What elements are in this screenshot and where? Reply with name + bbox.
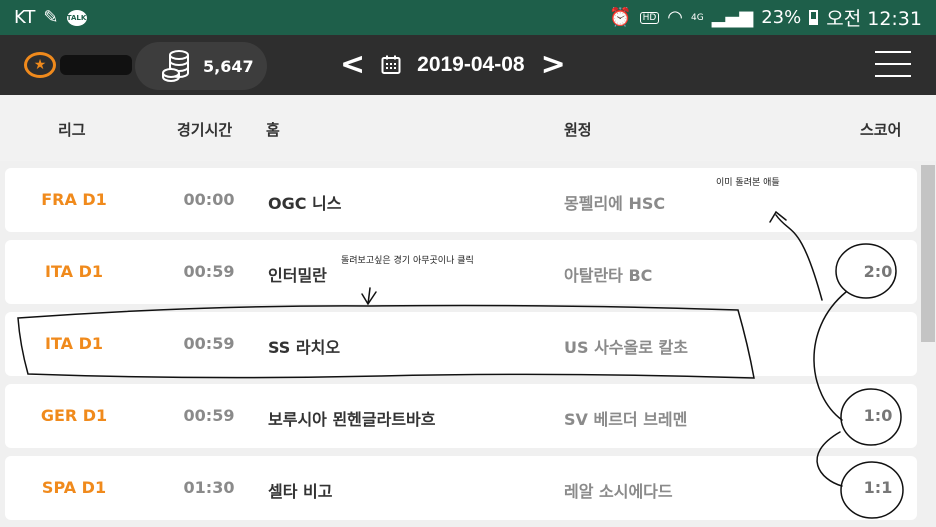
score: 1:1 (863, 478, 893, 497)
table-header: 리그 경기시간 홈 원정 스코어 (0, 95, 936, 161)
col-league: 리그 (58, 121, 86, 139)
match-list: FRA D1 00:00 OGC 니스 몽펠리에 HSC ITA D1 00:5… (0, 161, 936, 527)
signal-icon: ▂▄▆ (711, 7, 754, 28)
score: 2:0 (863, 262, 893, 281)
league: ITA D1 (45, 334, 103, 353)
wifi-icon: ◠ (667, 7, 683, 28)
away-team: 아탈란타 BC (564, 266, 653, 285)
match-time: 00:59 (183, 406, 235, 425)
hamburger-menu-icon[interactable] (875, 51, 911, 77)
pen-icon: ✎ (43, 7, 59, 28)
league: ITA D1 (45, 262, 103, 281)
match-time: 01:30 (183, 478, 235, 497)
annotation-note: 돌려보고싶은 경기 아무곳이나 클릭 (341, 256, 474, 266)
match-time: 00:59 (183, 262, 235, 281)
home-team: SS 라치오 (268, 338, 341, 357)
status-bar: KT ✎ TALK ⏰ HD ◠ 4G ▂▄▆ 23% 오전 12:31 (0, 0, 936, 35)
home-team: OGC 니스 (268, 194, 342, 213)
battery-icon (809, 10, 819, 25)
match-time: 00:00 (183, 190, 235, 209)
score: 1:0 (863, 406, 893, 425)
scrollbar[interactable] (921, 165, 935, 342)
status-left: KT ✎ TALK (14, 7, 87, 28)
coin-count: 5,647 (203, 56, 254, 76)
redacted-username (60, 55, 132, 75)
calendar-icon[interactable] (381, 55, 401, 75)
coin-stack-icon (162, 50, 189, 82)
network-type: 4G (690, 12, 704, 23)
date-navigator: < 2019-04-08 > (340, 43, 566, 87)
kakaotalk-icon: TALK (66, 9, 87, 26)
status-right: ⏰ HD ◠ 4G ▂▄▆ 23% 오전 12:31 (609, 4, 922, 31)
home-team: 셀타 비고 (268, 482, 333, 501)
match-row[interactable]: SPA D1 01:30 셀타 비고 레알 소시에다드 1:1 (5, 456, 917, 520)
alarm-icon: ⏰ (609, 7, 632, 28)
battery-percent: 23% (761, 7, 802, 28)
away-team: 몽펠리에 HSC (564, 194, 666, 213)
away-team: SV 베르더 브레멘 (564, 410, 688, 429)
match-time: 00:59 (183, 334, 235, 353)
annotation-note: 이미 돌려본 애들 (716, 178, 780, 188)
current-date[interactable]: 2019-04-08 (417, 53, 524, 77)
hd-icon: HD (639, 11, 660, 24)
away-team: US 사수올로 칼초 (564, 338, 688, 357)
app-logo[interactable]: ★ (24, 52, 56, 78)
col-time: 경기시간 (177, 121, 233, 139)
match-row[interactable]: FRA D1 00:00 OGC 니스 몽펠리에 HSC (5, 168, 917, 232)
col-score: 스코어 (860, 121, 902, 139)
match-row[interactable]: ITA D1 00:59 SS 라치오 US 사수올로 칼초 (5, 312, 917, 376)
home-team: 인터밀란 (268, 266, 327, 285)
away-team: 레알 소시에다드 (564, 482, 673, 501)
match-row[interactable]: ITA D1 00:59 인터밀란 아탈란타 BC 2:0 (5, 240, 917, 304)
carrier-label: KT (14, 7, 36, 28)
clock: 오전 12:31 (826, 8, 922, 30)
col-away: 원정 (564, 121, 592, 139)
league: SPA D1 (41, 478, 107, 497)
coin-balance[interactable]: 5,647 (135, 42, 267, 90)
prev-date-button[interactable]: < (340, 50, 365, 80)
app-header: ★ 5,647 < 2019-04-08 > (0, 35, 936, 95)
home-team: 보루시아 묀헨글라트바흐 (268, 410, 436, 429)
league: GER D1 (40, 406, 108, 425)
match-row[interactable]: GER D1 00:59 보루시아 묀헨글라트바흐 SV 베르더 브레멘 1:0 (5, 384, 917, 448)
league: FRA D1 (41, 190, 107, 209)
col-home: 홈 (266, 121, 280, 139)
next-date-button[interactable]: > (541, 50, 566, 80)
